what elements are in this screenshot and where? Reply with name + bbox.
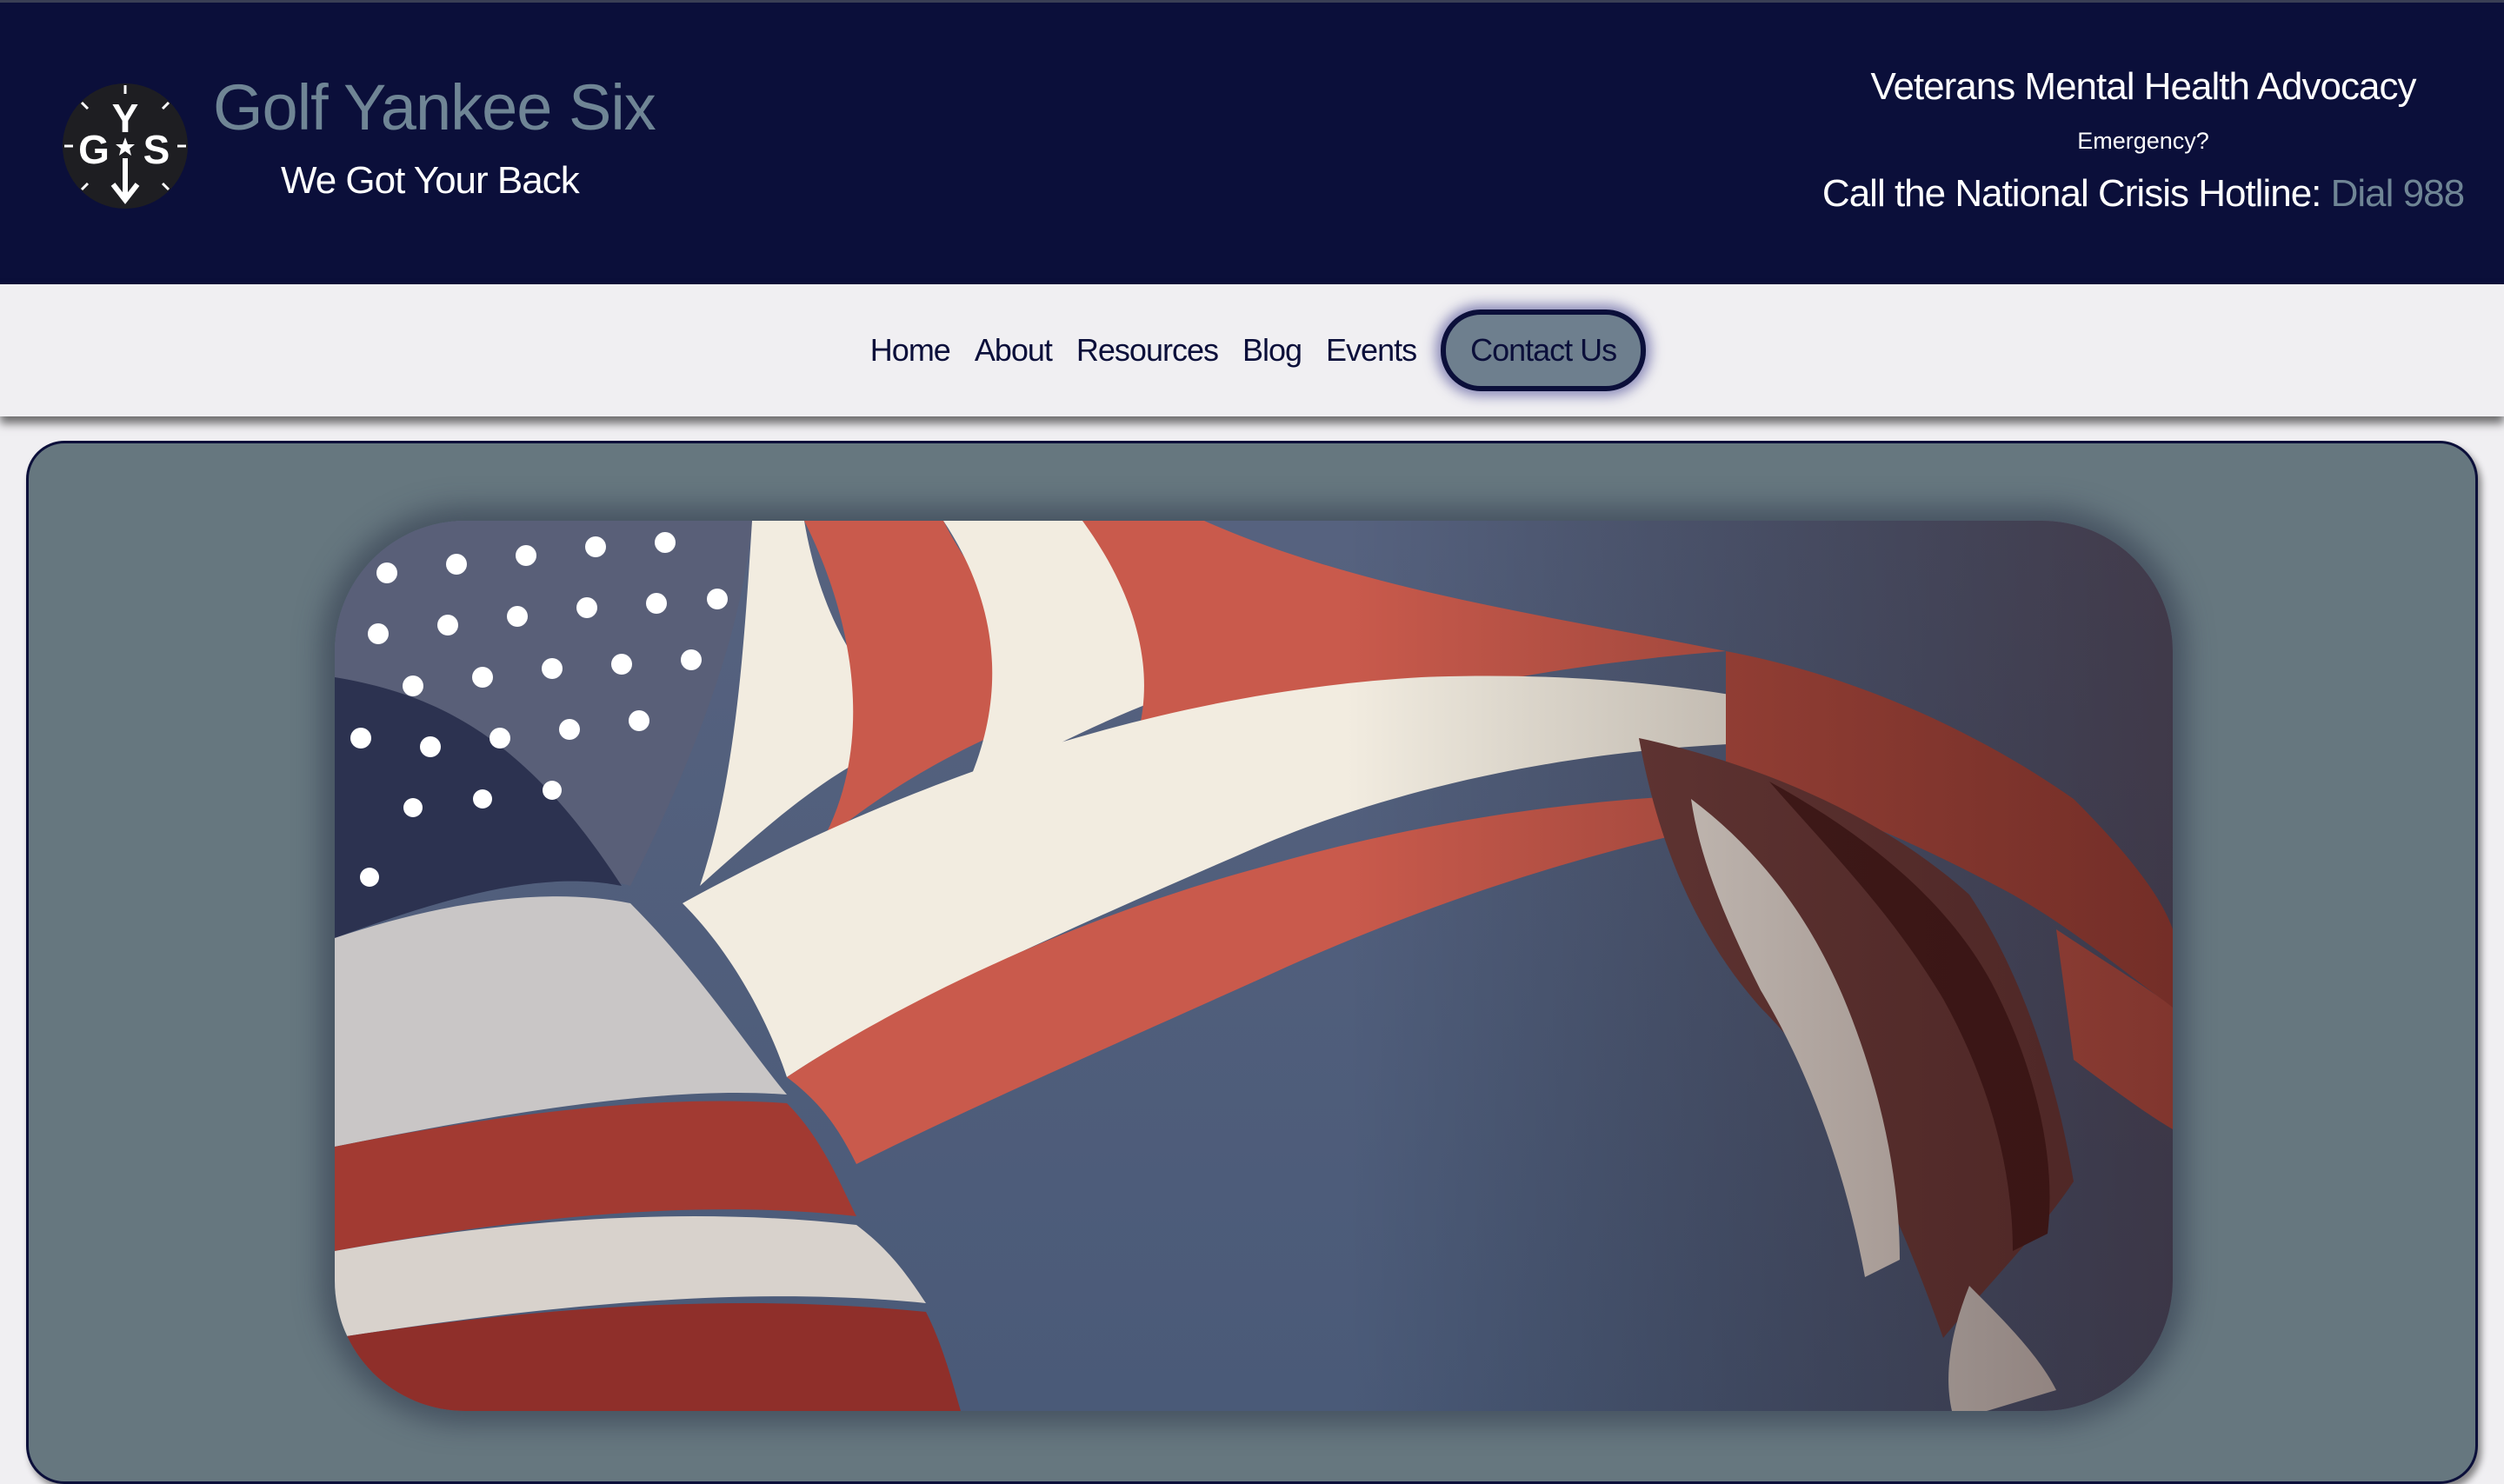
nav-about[interactable]: About — [962, 332, 1064, 369]
nav-events[interactable]: Events — [1314, 332, 1428, 369]
brand-title[interactable]: Golf Yankee Six — [213, 70, 656, 144]
brand-tagline: We Got Your Back — [281, 159, 580, 202]
main-content-panel — [26, 441, 2478, 1484]
nav-blog[interactable]: Blog — [1230, 332, 1314, 369]
hero-flag-image — [335, 521, 2173, 1411]
hotline-prefix: Call the National Crisis Hotline: — [1821, 172, 2321, 215]
nav-items: Home About Resources Blog Events Contact… — [0, 284, 2504, 416]
nav-home[interactable]: Home — [858, 332, 962, 369]
site-header: Y G S Golf Yankee Six We Got Your Back V… — [0, 0, 2504, 284]
main-nav: Home About Resources Blog Events Contact… — [0, 284, 2504, 416]
emergency-label: Emergency? — [2077, 128, 2209, 154]
american-flag-icon — [335, 521, 2173, 1411]
gys-logo-icon[interactable]: Y G S — [61, 82, 190, 210]
logo-letter-g: G — [78, 127, 110, 172]
crisis-hotline: Call the National Crisis Hotline: Dial 9… — [1808, 172, 2478, 216]
contact-us-button[interactable]: Contact Us — [1441, 309, 1647, 391]
crisis-info: Veterans Mental Health Advocacy Emergenc… — [1808, 65, 2478, 216]
hotline-dial-link[interactable]: Dial 988 — [2331, 172, 2465, 215]
nav-resources[interactable]: Resources — [1064, 332, 1230, 369]
advocacy-heading: Veterans Mental Health Advocacy — [1870, 65, 2417, 108]
logo-letter-s: S — [143, 127, 170, 172]
logo-letter-y: Y — [112, 96, 139, 141]
